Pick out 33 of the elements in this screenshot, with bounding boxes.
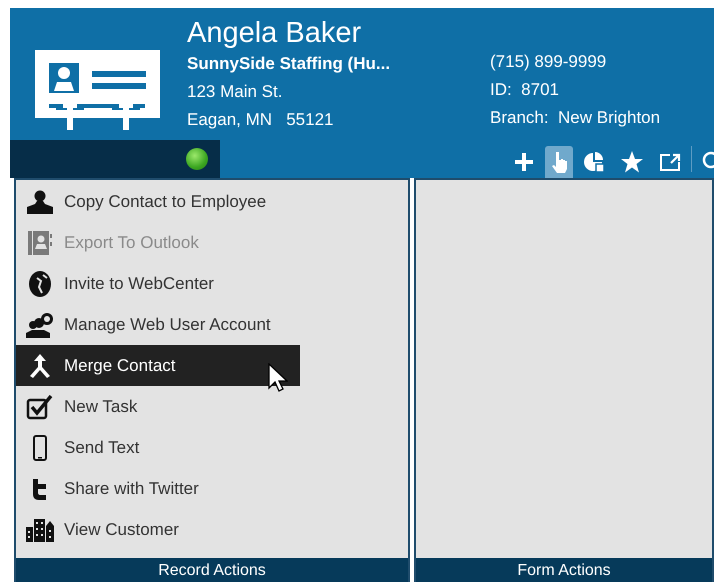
merge-arrow-icon [27,352,53,378]
menu-item[interactable]: Merge Contact [16,345,300,386]
phone-number: (715) 899-9999 [490,51,608,73]
city-state-zip: Eagan, MN 55121 [187,109,334,131]
contact-id: ID: 8701 [490,79,560,101]
status-indicator [186,148,208,170]
contact-name: Angela Baker [187,16,362,50]
person-icon [26,190,54,214]
menu-item[interactable]: Send Text [16,427,300,468]
panel-footer: Form Actions [416,558,712,582]
company-name: SunnySide Staffing (Hu... [187,53,392,75]
menu-item[interactable]: Copy Contact to Employee [16,181,300,222]
toolbar-button[interactable] [545,146,573,178]
buildings-icon [25,518,55,542]
menu-item[interactable]: Share with Twitter [16,468,300,509]
mobile-phone-icon [32,434,48,460]
street-address: 123 Main St. [187,81,284,103]
address-book-icon [27,230,53,256]
pie-chart-icon [583,151,605,173]
panel-footer: Record Actions [16,558,408,582]
star-icon [620,151,644,173]
external-link-icon [658,151,682,173]
users-icon [25,312,55,338]
plus-icon [513,151,535,173]
menu-item[interactable]: View Customer [16,509,300,550]
menu-item[interactable]: New Task [16,386,300,427]
menu-item[interactable]: Manage Web User Account [16,304,300,345]
menu-item[interactable]: Invite to WebCenter [16,263,300,304]
mouse-cursor-icon [268,363,288,393]
branch-name: Branch: New Brighton [490,107,660,129]
pointer-hand-icon [549,151,569,173]
checkbox-icon [26,394,54,420]
contact-card-icon [35,50,160,130]
